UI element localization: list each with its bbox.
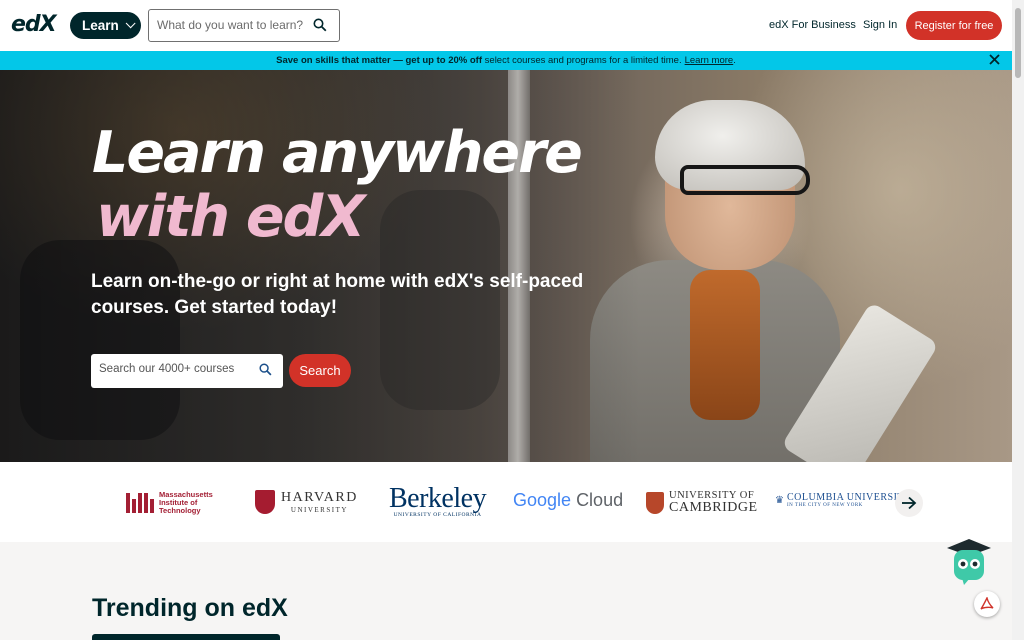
- edx-logo[interactable]: edX: [11, 13, 57, 37]
- hero-photo-shirt: [690, 270, 760, 420]
- hero-search-box[interactable]: [91, 354, 283, 388]
- edx-for-business-link[interactable]: edX For Business: [769, 19, 856, 31]
- promo-banner: Save on skills that matter — get up to 2…: [0, 51, 1012, 70]
- search-icon[interactable]: [259, 363, 272, 381]
- pdf-button[interactable]: [974, 591, 1000, 617]
- promo-bold-text: Save on skills that matter — get up to 2…: [276, 55, 483, 66]
- berkeley-logo[interactable]: Berkeley UNIVERSITY OF CALIFORNIA: [389, 483, 487, 519]
- partners-next-button[interactable]: [895, 489, 923, 517]
- mit-logo[interactable]: Massachusetts Institute of Technology: [126, 491, 213, 515]
- close-icon[interactable]: [989, 54, 1000, 68]
- learn-label: Learn: [82, 18, 119, 33]
- header-search-input[interactable]: [157, 18, 307, 32]
- learn-menu-button[interactable]: Learn: [70, 12, 141, 39]
- hero-title-line2: with edX: [96, 184, 365, 250]
- columbia-line2: IN THE CITY OF NEW YORK: [786, 503, 863, 508]
- harvard-shield-icon: [255, 490, 275, 514]
- promo-link-suffix: .: [733, 55, 736, 66]
- mit-line3: Technology: [159, 506, 201, 515]
- google-cloud-word: Cloud: [576, 490, 624, 510]
- cambridge-line2: CAMBRIDGE: [669, 500, 758, 515]
- register-button[interactable]: Register for free: [906, 11, 1002, 40]
- hero-photo-glasses: [680, 165, 810, 195]
- cambridge-shield-icon: [646, 491, 664, 514]
- trending-title: Trending on edX: [92, 594, 288, 622]
- arrow-right-icon: [902, 496, 917, 510]
- google-word: Google: [513, 490, 572, 510]
- google-cloud-logo[interactable]: Google Cloud: [513, 490, 623, 511]
- berkeley-line1: Berkeley: [389, 483, 487, 514]
- promo-text: select courses and programs for a limite…: [484, 55, 682, 66]
- chatbot-icon: [947, 539, 991, 585]
- hero-search-input[interactable]: [99, 363, 249, 375]
- logo-text: edX: [11, 12, 57, 37]
- pdf-icon: [980, 597, 994, 610]
- scrollbar-thumb[interactable]: [1015, 8, 1021, 78]
- harvard-logo[interactable]: HARVARD UNIVERSITY: [255, 490, 358, 514]
- hero-title-line1: Learn anywhere: [92, 120, 583, 186]
- page-scrollbar[interactable]: [1012, 0, 1024, 640]
- harvard-line1: HARVARD: [281, 490, 358, 505]
- site-header: edX Learn edX For Business Sign In Regis…: [0, 0, 1012, 51]
- mit-logo-mark: [126, 493, 154, 513]
- berkeley-line2: UNIVERSITY OF CALIFORNIA: [393, 512, 482, 518]
- chatbot-button[interactable]: [946, 538, 992, 586]
- harvard-line2: UNIVERSITY: [290, 506, 348, 514]
- cambridge-logo[interactable]: UNIVERSITY OF CAMBRIDGE: [646, 490, 758, 515]
- columbia-crown-icon: ♛: [775, 494, 784, 506]
- search-icon[interactable]: [313, 18, 327, 37]
- header-search-box[interactable]: [148, 9, 340, 42]
- trending-tab-indicator[interactable]: [92, 634, 280, 640]
- columbia-logo[interactable]: ♛ COLUMBIA UNIVERSITY IN THE CITY OF NEW…: [775, 492, 912, 508]
- sign-in-link[interactable]: Sign In: [863, 19, 897, 31]
- hero-search-button[interactable]: Search: [289, 354, 351, 387]
- promo-learn-more-link[interactable]: Learn more: [685, 55, 734, 66]
- chevron-down-icon: [125, 18, 136, 29]
- hero-subtitle: Learn on-the-go or right at home with ed…: [91, 271, 584, 318]
- trending-section: [0, 542, 1012, 640]
- columbia-line1: COLUMBIA UNIVERSITY: [786, 492, 912, 503]
